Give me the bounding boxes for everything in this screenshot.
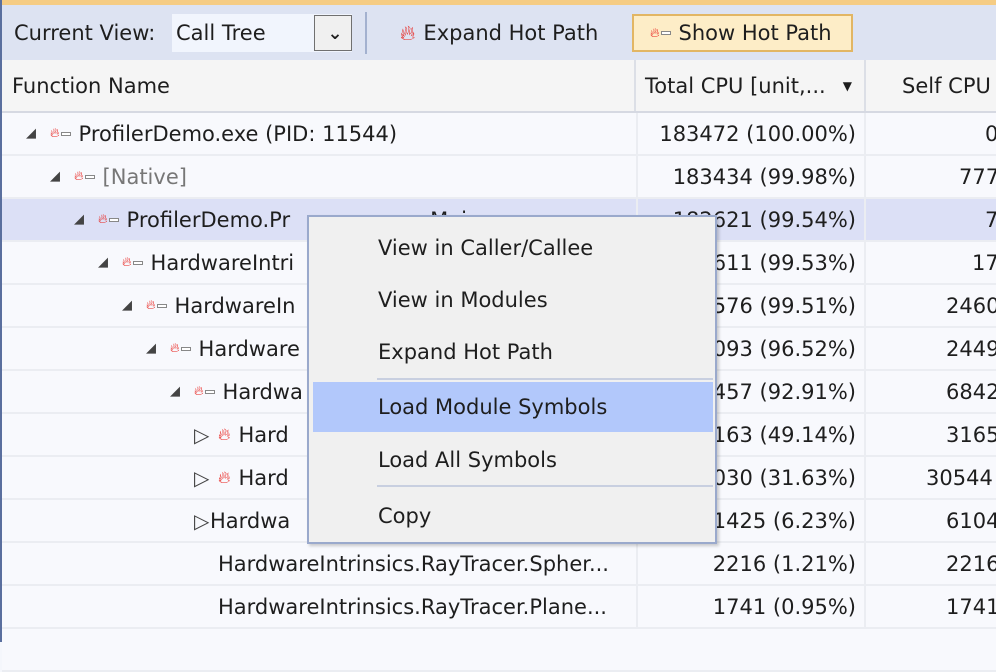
collapse-triangle-icon[interactable]: ◢	[122, 298, 138, 313]
self-cpu-cell: 2460	[946, 293, 996, 318]
menu-item-label: Load All Symbols	[378, 448, 557, 472]
show-hot-path-button[interactable]: 🔥︎ Show Hot Path	[632, 14, 853, 52]
chevron-down-icon: ⌄	[327, 22, 343, 44]
menu-item-label: Expand Hot Path	[378, 340, 553, 364]
hot-path-icon: 🔥︎	[122, 255, 143, 270]
total-cpu-cell: 183434 (99.98%)	[636, 156, 866, 197]
self-cpu-cell: 6104	[946, 508, 996, 533]
menu-item-load-all-symbols[interactable]: Load All Symbols	[313, 435, 713, 485]
self-cpu-cell: 2449	[946, 336, 996, 361]
self-cpu-cell: 3165	[946, 422, 996, 447]
menu-item-view-modules[interactable]: View in Modules	[313, 275, 713, 325]
collapse-triangle-icon[interactable]: ◢	[98, 255, 114, 270]
function-name: Hardware	[198, 336, 300, 361]
current-view-combobox[interactable]: Call Tree ⌄	[172, 14, 352, 52]
toolbar-separator	[365, 12, 367, 54]
flame-icon: 🔥︎	[218, 467, 231, 488]
table-row[interactable]: ◢ 🔥︎ [Native] 183434 (99.98%) 777	[2, 156, 996, 199]
function-name: Hard	[238, 422, 289, 447]
table-row[interactable]: HardwareIntrinsics.RayTracer.Spher... 221…	[2, 543, 996, 586]
column-label: Function Name	[12, 73, 170, 98]
flame-icon: 🔥︎	[400, 20, 416, 45]
collapse-triangle-icon[interactable]: ◢	[26, 126, 42, 141]
function-name: ProfilerDemo.exe (PID: 11544)	[78, 121, 398, 146]
column-self-cpu[interactable]: Self CPU	[866, 60, 996, 111]
context-menu: View in Caller/Callee View in Modules Ex…	[307, 215, 717, 544]
function-name-cell: HardwareIntrinsics.RayTracer.Plane...	[2, 586, 634, 627]
function-name: Hard	[238, 465, 289, 490]
menu-item-label: View in Modules	[378, 288, 548, 312]
self-cpu-cell: 17	[972, 250, 996, 275]
flame-icon: 🔥︎	[218, 424, 231, 445]
total-cpu-cell: 183472 (100.00%)	[636, 113, 866, 154]
menu-separator	[377, 485, 713, 487]
menu-separator	[377, 378, 713, 380]
menu-item-expand-hot-path[interactable]: Expand Hot Path	[313, 327, 713, 377]
hot-path-icon: 🔥︎	[74, 169, 95, 184]
collapse-triangle-icon[interactable]: ◢	[170, 384, 186, 399]
function-name-cell: HardwareIntrinsics.RayTracer.Spher...	[2, 543, 634, 584]
collapse-triangle-icon[interactable]: ◢	[50, 169, 66, 184]
function-name: HardwareIntrinsics.RayTracer.Plane...	[218, 594, 607, 619]
self-cpu-cell: 777	[959, 164, 996, 189]
table-row[interactable]	[2, 629, 996, 672]
expand-hot-path-label: Expand Hot Path	[423, 21, 599, 45]
menu-item-label: Load Module Symbols	[378, 395, 608, 419]
function-name-cell: ◢ 🔥︎ [Native]	[2, 156, 634, 197]
hot-path-icon: 🔥︎	[650, 26, 671, 41]
function-name: HardwareIntrinsics.RayTracer.Spher...	[218, 551, 609, 576]
function-name: ProfilerDemo.Pr	[126, 207, 291, 232]
show-hot-path-label: Show Hot Path	[678, 21, 832, 45]
hot-path-icon: 🔥︎	[50, 126, 71, 141]
self-cpu-cell: 2216	[946, 551, 996, 576]
self-cpu-cell: 6842	[946, 379, 996, 404]
function-name: Hardwa	[222, 379, 303, 404]
column-label: Total CPU [unit,...	[645, 73, 826, 98]
collapse-triangle-icon[interactable]: ◢	[74, 212, 90, 227]
column-total-cpu[interactable]: Total CPU [unit,... ▼	[636, 60, 866, 111]
current-view-value: Call Tree	[176, 21, 266, 45]
menu-item-view-caller-callee[interactable]: View in Caller/Callee	[313, 223, 713, 273]
menu-item-copy[interactable]: Copy	[313, 491, 713, 541]
hot-path-icon: 🔥︎	[98, 212, 119, 227]
expand-triangle-icon[interactable]: ▷	[194, 466, 210, 490]
function-name: HardwareIntri	[150, 250, 295, 275]
toolbar: Current View: Call Tree ⌄ 🔥︎ Expand Hot …	[2, 5, 996, 60]
column-label: Self CPU	[902, 73, 991, 98]
current-view-label: Current View:	[14, 20, 156, 45]
table-row[interactable]: HardwareIntrinsics.RayTracer.Plane... 174…	[2, 586, 996, 629]
self-cpu-cell: 7	[985, 207, 996, 232]
hot-path-icon: 🔥︎	[170, 341, 191, 356]
expand-triangle-icon[interactable]: ▷	[194, 423, 210, 447]
table-row[interactable]: ◢ 🔥︎ ProfilerDemo.exe (PID: 11544) 183472 (…	[2, 113, 996, 156]
self-cpu-cell: 0	[985, 121, 996, 146]
self-cpu-cell: 1741	[946, 594, 996, 619]
collapse-triangle-icon[interactable]: ◢	[146, 341, 162, 356]
expand-triangle-icon[interactable]: ▷	[194, 509, 210, 533]
total-cpu-cell: 2216 (1.21%)	[636, 543, 866, 584]
self-cpu-cell: 30544	[926, 465, 993, 490]
menu-item-label: Copy	[378, 504, 432, 528]
function-name: [Native]	[102, 164, 187, 189]
function-name: Hardwa	[210, 508, 291, 533]
function-name: HardwareIn	[174, 293, 296, 318]
menu-item-label: View in Caller/Callee	[378, 236, 594, 260]
hot-path-icon: 🔥︎	[146, 298, 167, 313]
expand-hot-path-button[interactable]: 🔥︎ Expand Hot Path	[386, 14, 612, 52]
total-cpu-cell: 1741 (0.95%)	[636, 586, 866, 627]
hot-path-icon: 🔥︎	[194, 384, 215, 399]
dropdown-button[interactable]: ⌄	[314, 15, 352, 51]
sort-descending-icon: ▼	[842, 78, 852, 93]
menu-item-load-module-symbols[interactable]: Load Module Symbols	[313, 382, 713, 432]
table-header: Function Name Total CPU [unit,... ▼ Self …	[2, 60, 996, 113]
column-function-name[interactable]: Function Name	[2, 60, 636, 111]
function-name-cell: ◢ 🔥︎ ProfilerDemo.exe (PID: 11544)	[2, 113, 634, 154]
